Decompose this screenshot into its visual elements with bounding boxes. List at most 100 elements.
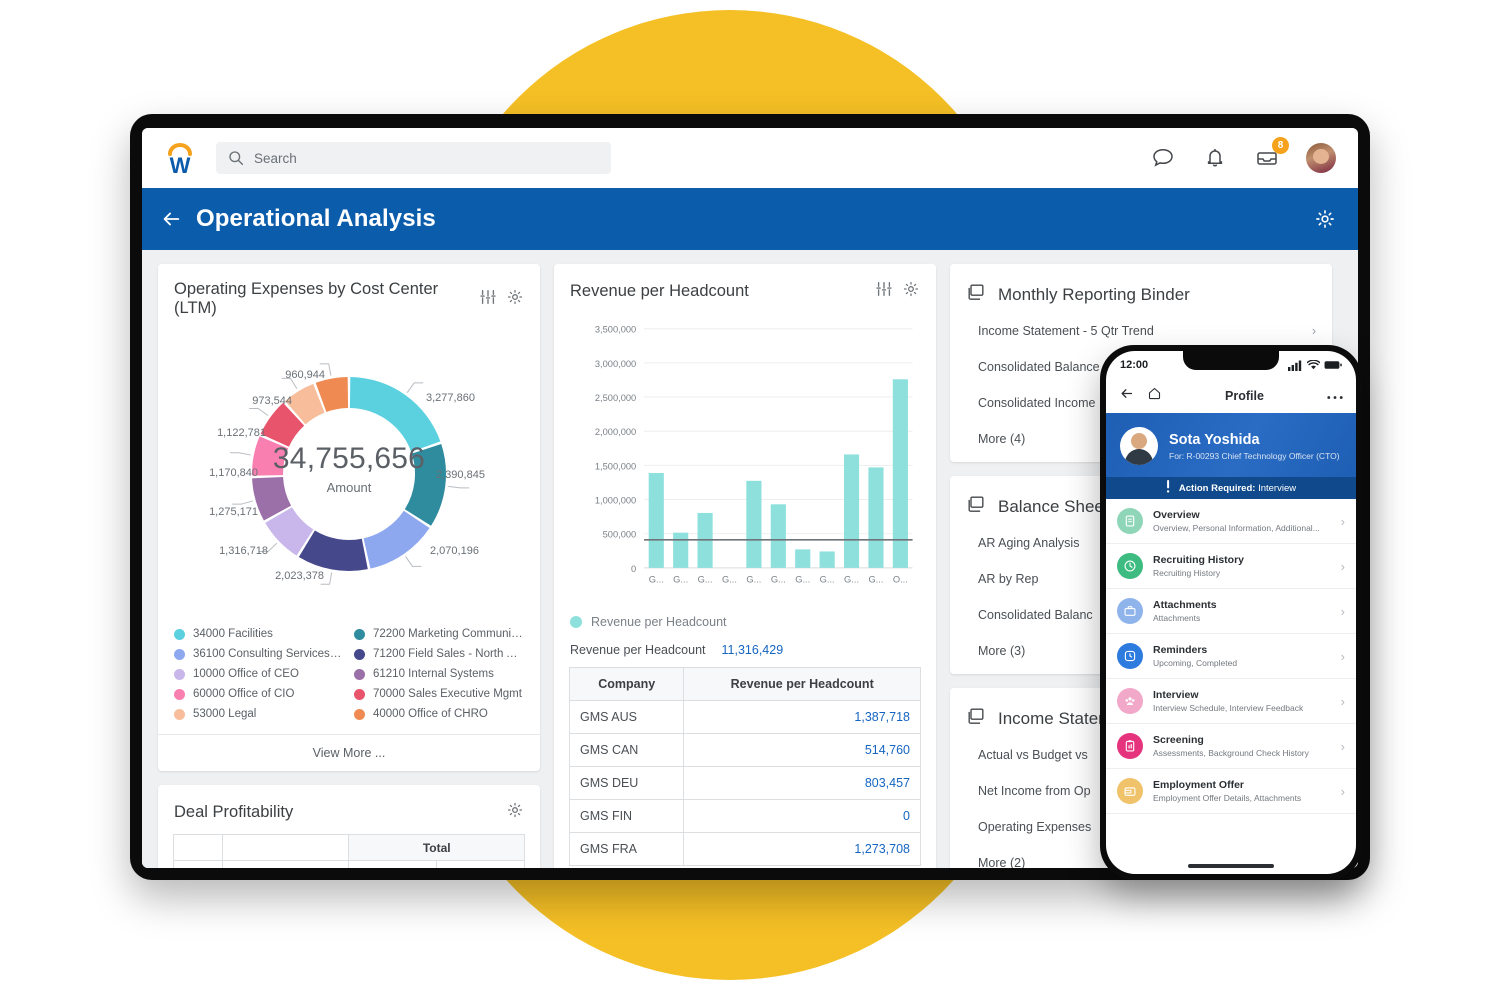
card-title: Deal Profitability: [174, 803, 294, 821]
kpi-value[interactable]: 11,316,429: [722, 643, 784, 657]
table-cell-company: GMS FIN: [568, 799, 685, 833]
bar[interactable]: [770, 504, 786, 568]
x-axis-tick-label: G...: [746, 575, 761, 585]
inbox-badge: 8: [1272, 137, 1289, 154]
card-header: Operating Expenses by Cost Center (LTM): [158, 264, 540, 324]
more-icon[interactable]: [1327, 387, 1343, 405]
table-cell-company: GMS DEU: [568, 766, 685, 800]
bar[interactable]: [868, 467, 884, 568]
status-indicators: [1288, 359, 1342, 371]
kpi-label: Revenue per Headcount: [570, 643, 706, 657]
workday-top-bar: W Search 8: [142, 128, 1358, 188]
legend-item[interactable]: 34000 Facilities: [174, 628, 344, 640]
chevron-right-icon: ›: [1340, 558, 1345, 574]
legend-label: 34000 Facilities: [193, 628, 273, 640]
gear-icon[interactable]: [902, 280, 920, 303]
donut-slice[interactable]: [363, 510, 430, 569]
bar[interactable]: [819, 551, 835, 568]
x-axis-tick-label: G...: [820, 575, 835, 585]
profile-row-text: Interview Interview Schedule, Interview F…: [1153, 689, 1331, 713]
profile-section-row[interactable]: Attachments Attachments ›: [1106, 589, 1356, 634]
legend-item[interactable]: 10000 Office of CEO: [174, 668, 344, 680]
profile-section-row[interactable]: Screening Assessments, Background Check H…: [1106, 724, 1356, 769]
table-cell-value[interactable]: 803,457: [683, 766, 921, 800]
back-arrow-icon[interactable]: [160, 208, 182, 230]
leader-line: [406, 382, 424, 393]
legend-item[interactable]: 70000 Sales Executive Mgmt: [354, 688, 524, 700]
legend-swatch: [354, 668, 365, 680]
legend-item[interactable]: 71200 Field Sales - North Ame...: [354, 648, 524, 660]
legend-item[interactable]: 36100 Consulting Services - N...: [174, 648, 344, 660]
cellular-signal-icon: [1288, 360, 1302, 371]
profile-section-row[interactable]: Recruiting History Recruiting History ›: [1106, 544, 1356, 589]
home-icon[interactable]: [1147, 386, 1162, 406]
page-title: Operational Analysis: [196, 205, 436, 232]
profile-row-title: Recruiting History: [1153, 554, 1245, 566]
filter-sliders-icon[interactable]: [479, 288, 497, 311]
legend-swatch: [174, 628, 185, 640]
table-cell-value[interactable]: 0: [683, 799, 921, 833]
table-header-cell: Revenue per Headcount: [683, 667, 921, 701]
legend-label: 70000 Sales Executive Mgmt: [373, 688, 522, 700]
legend-item[interactable]: 40000 Office of CHRO: [354, 708, 524, 720]
bar-chart-svg: 3,500,000 3,000,000 2,500,000 2,000,000 1,50…: [595, 325, 913, 585]
donut-slice[interactable]: [298, 530, 368, 571]
bar[interactable]: [843, 454, 860, 568]
legend-swatch: [174, 668, 185, 680]
workday-logo-icon[interactable]: W: [160, 138, 200, 178]
chart-legend: 34000 Facilities 72200 Marketing Communic…: [158, 624, 540, 734]
x-axis-tick-label: O...: [893, 575, 908, 585]
legend-item[interactable]: 60000 Office of CIO: [174, 688, 344, 700]
profile-section-row[interactable]: Employment Offer Employment Offer Details…: [1106, 769, 1356, 814]
donut-value-label: 3,277,860: [426, 392, 475, 404]
back-arrow-icon[interactable]: [1119, 386, 1134, 406]
binder-title: Income Statem: [998, 708, 1113, 728]
profile-row-subtitle: Upcoming, Completed: [1153, 658, 1238, 668]
profile-section-row[interactable]: Interview Interview Schedule, Interview F…: [1106, 679, 1356, 724]
legend-item[interactable]: 53000 Legal: [174, 708, 344, 720]
profile-row-subtitle: Attachments: [1153, 613, 1201, 623]
profile-section-row[interactable]: Reminders Upcoming, Completed ›: [1106, 634, 1356, 679]
view-more-button[interactable]: View More ...: [158, 734, 540, 771]
profile-section-row[interactable]: Overview Overview, Personal Information, …: [1106, 499, 1356, 544]
card-header: Deal Profitability: [158, 785, 540, 834]
x-axis-tick-label: G...: [868, 575, 883, 585]
table-cell-value[interactable]: 1,387,718: [683, 700, 921, 734]
bar[interactable]: [795, 549, 811, 568]
table-cell-value[interactable]: 514,760: [683, 733, 921, 767]
avatar[interactable]: [1306, 143, 1336, 173]
legend-item[interactable]: 72200 Marketing Communicat...: [354, 628, 524, 640]
table-cell: [436, 860, 525, 868]
action-required-banner[interactable]: Action Required: Interview: [1106, 477, 1356, 499]
donut-slice[interactable]: [349, 377, 441, 452]
bar-chart: 3,500,000 3,000,000 2,500,000 2,000,000 1,50…: [554, 309, 936, 609]
table-header-row: Company Revenue per Headcount: [568, 667, 921, 701]
gear-icon[interactable]: [506, 288, 524, 311]
alert-icon: [1166, 480, 1170, 496]
donut-slice[interactable]: [404, 443, 446, 526]
chat-icon[interactable]: [1150, 145, 1176, 171]
inbox-icon[interactable]: 8: [1254, 137, 1289, 171]
gear-icon[interactable]: [1314, 208, 1336, 230]
legend-item[interactable]: 61210 Internal Systems: [354, 668, 524, 680]
search-input[interactable]: Search: [216, 142, 611, 174]
filter-sliders-icon[interactable]: [875, 280, 893, 303]
y-axis-tick-label: 1,500,000: [595, 461, 636, 471]
bell-icon[interactable]: [1202, 145, 1228, 171]
card-header: Monthly Reporting Binder: [950, 264, 1332, 313]
legend-label: 60000 Office of CIO: [193, 688, 295, 700]
legend-swatch: [174, 688, 185, 700]
table-cell-company: GMS CAN: [568, 733, 685, 767]
bar[interactable]: [673, 532, 689, 568]
clipboard-icon: [1117, 733, 1143, 759]
profile-row-title: Employment Offer: [1153, 779, 1245, 791]
table-header-blank: [172, 834, 224, 861]
profile-row-title: Reminders: [1153, 644, 1208, 656]
bar[interactable]: [746, 480, 762, 568]
bar[interactable]: [648, 473, 664, 568]
table-cell-value[interactable]: 1,273,708: [683, 832, 921, 866]
deal-profitability-table: Total: [172, 834, 525, 868]
binder-item[interactable]: Income Statement - 5 Qtr Trend ›: [950, 313, 1332, 349]
legend-swatch: [174, 648, 185, 660]
gear-icon[interactable]: [506, 801, 524, 824]
